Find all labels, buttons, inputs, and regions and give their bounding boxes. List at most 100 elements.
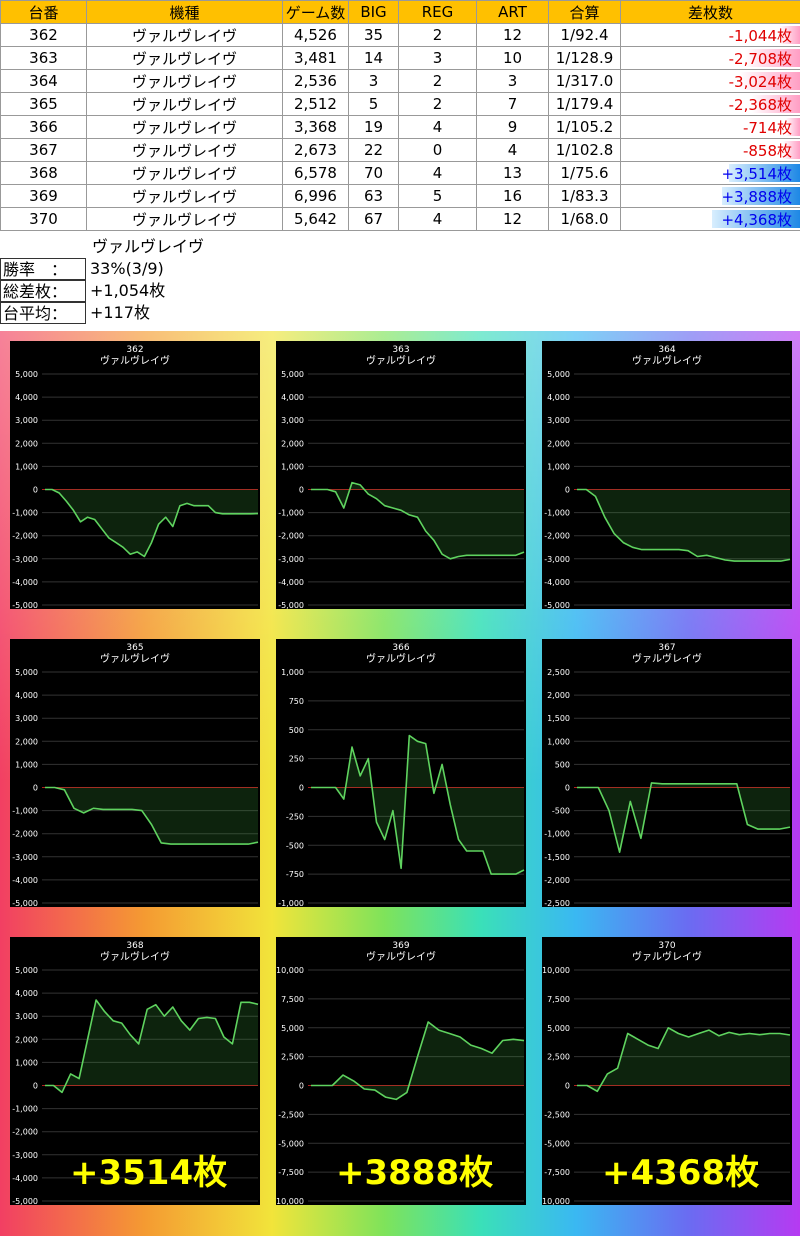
games-cell: 2,536 bbox=[282, 69, 349, 93]
y-tick-label: -10,000 bbox=[542, 1197, 570, 1205]
reg-cell: 2 bbox=[398, 69, 477, 93]
slump-chart-363: 363 ヴァルヴレイヴ 5,000 4,000 3,000 2,000 1,000 0 -1,0… bbox=[276, 341, 526, 609]
games-cell: 2,673 bbox=[282, 138, 349, 162]
y-tick-label: -5,000 bbox=[544, 1139, 570, 1148]
y-tick-label: 2,500 bbox=[547, 1053, 570, 1062]
diff-value: -858枚 bbox=[742, 141, 792, 160]
y-tick-label: 0 bbox=[565, 1082, 570, 1091]
area-fill bbox=[45, 787, 258, 845]
chart-subtitle: ヴァルヴレイヴ bbox=[366, 354, 436, 367]
y-tick-label: -2,000 bbox=[278, 532, 304, 541]
big-cell: 19 bbox=[348, 115, 399, 139]
average-row: 台平均： +117枚 bbox=[0, 302, 204, 324]
y-tick-label: 0 bbox=[299, 784, 304, 793]
machine-number-cell: 362 bbox=[0, 23, 87, 47]
y-tick-label: 4,000 bbox=[15, 393, 38, 402]
reg-cell: 2 bbox=[398, 23, 477, 47]
big-cell: 63 bbox=[348, 184, 399, 208]
chart-title: 370 bbox=[658, 941, 675, 951]
reg-cell: 4 bbox=[398, 115, 477, 139]
y-tick-label: 3,000 bbox=[15, 714, 38, 723]
y-tick-label: -4,000 bbox=[544, 578, 570, 587]
area-fill bbox=[311, 482, 524, 559]
y-tick-label: -1,000 bbox=[544, 509, 570, 518]
machine-name-cell: ヴァルヴレイヴ bbox=[86, 115, 283, 139]
y-tick-label: -1,000 bbox=[12, 509, 38, 518]
y-tick-label: 1,000 bbox=[547, 737, 570, 746]
y-tick-label: -3,000 bbox=[544, 555, 570, 564]
art-cell: 12 bbox=[476, 207, 549, 231]
total-diff-value: +1,054枚 bbox=[90, 281, 166, 300]
y-tick-label: -1,000 bbox=[12, 807, 38, 816]
chart-subtitle: ヴァルヴレイヴ bbox=[366, 950, 436, 963]
y-tick-label: -5,000 bbox=[278, 601, 304, 609]
y-tick-label: 0 bbox=[33, 784, 38, 793]
machine-number-cell: 367 bbox=[0, 138, 87, 162]
y-tick-label: -5,000 bbox=[278, 1139, 304, 1148]
y-tick-label: 5,000 bbox=[281, 1024, 304, 1033]
table-header-row: 台番 機種 ゲーム数 BIG REG ART 合算 差枚数 bbox=[0, 0, 800, 24]
machine-number-cell: 363 bbox=[0, 46, 87, 70]
header-cell: 台番 bbox=[0, 0, 87, 24]
charts-panel: 362 ヴァルヴレイヴ 5,000 4,000 3,000 2,000 1,000 0 -1,0… bbox=[0, 331, 800, 1236]
y-tick-label: 2,000 bbox=[15, 737, 38, 746]
y-tick-label: -2,500 bbox=[278, 1110, 304, 1119]
y-tick-label: 4,000 bbox=[281, 393, 304, 402]
table-row: 365 ヴァルヴレイヴ 2,512 5 2 7 1/179.4 -2,368枚 bbox=[0, 92, 800, 116]
y-tick-label: -2,500 bbox=[544, 1110, 570, 1119]
chart-subtitle: ヴァルヴレイヴ bbox=[366, 652, 436, 665]
table-row: 368 ヴァルヴレイヴ 6,578 70 4 13 1/75.6 +3,514枚 bbox=[0, 161, 800, 185]
diff-value: -1,044枚 bbox=[728, 26, 792, 45]
ratio-cell: 1/179.4 bbox=[548, 92, 621, 116]
games-cell: 2,512 bbox=[282, 92, 349, 116]
machine-name-cell: ヴァルヴレイヴ bbox=[86, 69, 283, 93]
header-cell: 差枚数 bbox=[620, 0, 800, 24]
art-cell: 4 bbox=[476, 138, 549, 162]
y-tick-label: 5,000 bbox=[15, 966, 38, 975]
games-cell: 3,481 bbox=[282, 46, 349, 70]
machine-number-cell: 370 bbox=[0, 207, 87, 231]
total-diff-row: 総差枚： +1,054枚 bbox=[0, 280, 204, 302]
y-tick-label: -7,500 bbox=[278, 1168, 304, 1177]
ratio-cell: 1/128.9 bbox=[548, 46, 621, 70]
average-label: 台平均： bbox=[0, 302, 86, 324]
diff-value: +3,514枚 bbox=[721, 164, 792, 183]
chart-subtitle: ヴァルヴレイヴ bbox=[632, 950, 702, 963]
diff-cell: +3,888枚 bbox=[620, 184, 800, 208]
chart-title: 364 bbox=[658, 345, 675, 355]
win-rate-row: 勝率 ： 33%(3/9) bbox=[0, 258, 204, 280]
chart-subtitle: ヴァルヴレイヴ bbox=[100, 354, 170, 367]
y-tick-label: 0 bbox=[565, 784, 570, 793]
y-tick-label: -2,000 bbox=[12, 1128, 38, 1137]
y-tick-label: -5,000 bbox=[12, 1197, 38, 1205]
chart-svg: 362ヴァルヴレイヴ 5,000 4,000 3,000 2,000 1,000 0 -1,0… bbox=[12, 345, 259, 609]
machine-name-cell: ヴァルヴレイヴ bbox=[86, 23, 283, 47]
y-tick-label: -5,000 bbox=[544, 601, 570, 609]
machine-number-cell: 365 bbox=[0, 92, 87, 116]
chart-title: 367 bbox=[658, 643, 675, 653]
y-tick-label: 7,500 bbox=[281, 995, 304, 1004]
chart-title: 365 bbox=[126, 643, 143, 653]
diff-value: +4,368枚 bbox=[721, 210, 792, 229]
y-tick-label: -1,000 bbox=[12, 1105, 38, 1114]
y-tick-label: -3,000 bbox=[12, 555, 38, 564]
table-row: 367 ヴァルヴレイヴ 2,673 22 0 4 1/102.8 -858枚 bbox=[0, 138, 800, 162]
chart-svg: 366ヴァルヴレイヴ 1,000 750 500 250 0 -250 -500 -750 -1,… bbox=[278, 643, 525, 907]
diff-cell: -3,024枚 bbox=[620, 69, 800, 93]
ratio-cell: 1/75.6 bbox=[548, 161, 621, 185]
chart-title: 363 bbox=[392, 345, 409, 355]
machine-name-cell: ヴァルヴレイヴ bbox=[86, 138, 283, 162]
diff-cell: -1,044枚 bbox=[620, 23, 800, 47]
header-cell: ART bbox=[476, 0, 549, 24]
y-tick-label: -5,000 bbox=[12, 899, 38, 907]
diff-cell: -2,368枚 bbox=[620, 92, 800, 116]
results-table: 台番 機種 ゲーム数 BIG REG ART 合算 差枚数 362 ヴァルヴレイヴ… bbox=[0, 0, 800, 231]
result-highlight-368: +3514枚 bbox=[70, 1153, 228, 1193]
y-tick-label: -4,000 bbox=[278, 578, 304, 587]
y-tick-label: 5,000 bbox=[281, 370, 304, 379]
table-row: 362 ヴァルヴレイヴ 4,526 35 2 12 1/92.4 -1,044枚 bbox=[0, 23, 800, 47]
y-tick-label: 3,000 bbox=[15, 1012, 38, 1021]
table-row: 369 ヴァルヴレイヴ 6,996 63 5 16 1/83.3 +3,888枚 bbox=[0, 184, 800, 208]
table-row: 363 ヴァルヴレイヴ 3,481 14 3 10 1/128.9 -2,708枚 bbox=[0, 46, 800, 70]
reg-cell: 4 bbox=[398, 207, 477, 231]
